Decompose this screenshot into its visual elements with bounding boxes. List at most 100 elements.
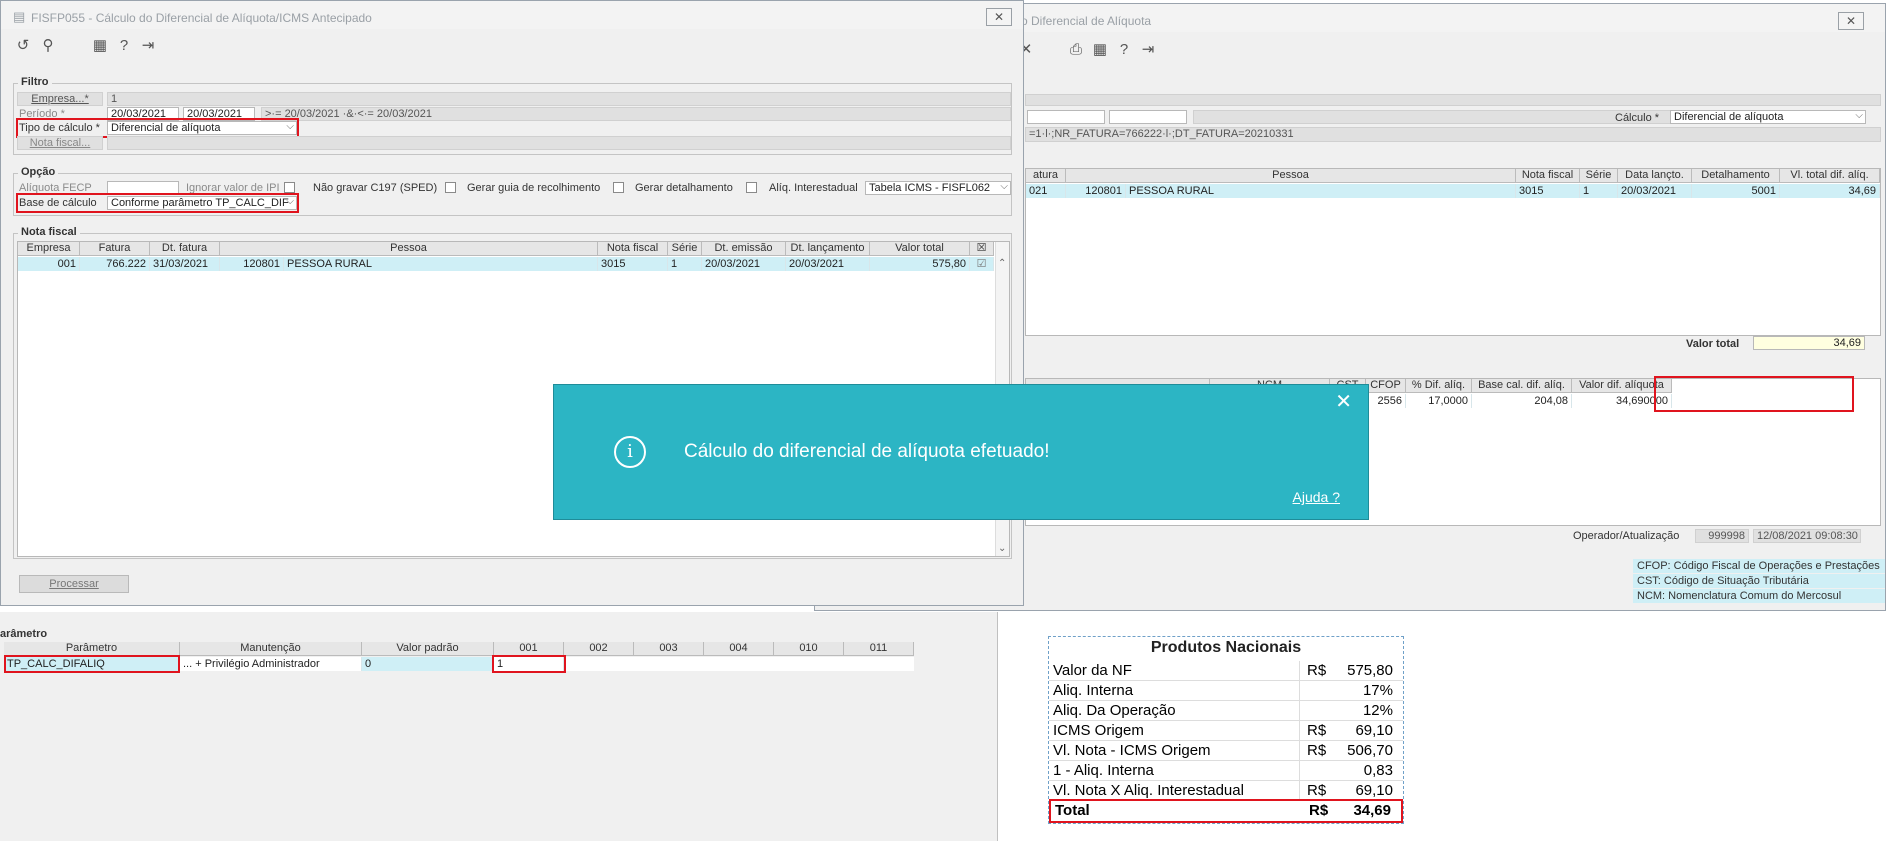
col-header[interactable]: Manutenção: [180, 642, 362, 656]
filter-expression: =1·l·;NR_FATURA=766222·l·;DT_FATURA=2021…: [1025, 127, 1881, 142]
chevron-down-icon[interactable]: ⌄: [998, 543, 1006, 554]
col-header[interactable]: Valor total: [870, 242, 970, 256]
table-row[interactable]: 001 766.222 31/03/2021 120801 PESSOA RUR…: [18, 257, 994, 271]
col-header[interactable]: % Dif. alíq.: [1406, 379, 1472, 393]
exit-icon[interactable]: ⇥: [137, 36, 159, 56]
highlight-tp-calc: [4, 655, 180, 673]
row-checkbox-icon[interactable]: ☑: [970, 257, 994, 271]
column-divider: [1299, 761, 1300, 781]
empresa-button[interactable]: Empresa...*: [17, 92, 103, 106]
help-icon[interactable]: ?: [113, 36, 135, 56]
col-header[interactable]: atura: [1026, 169, 1066, 183]
filter-field-2[interactable]: [1109, 110, 1187, 124]
col-header[interactable]: Base cal. dif. alíq.: [1472, 379, 1572, 393]
operator-date: 12/08/2021 09:08:30: [1753, 529, 1861, 543]
filter-bar: [1025, 94, 1881, 106]
close-icon[interactable]: ✕: [1335, 389, 1352, 414]
cell[interactable]: 0: [362, 657, 494, 671]
valor-total-value: 34,69: [1753, 336, 1865, 350]
legend-ncm: NCM: Nomenclatura Comum do Mercosul: [1633, 589, 1885, 603]
close-icon[interactable]: ✕: [986, 8, 1012, 26]
col-header[interactable]: Fatura: [80, 242, 150, 256]
cell: 001: [18, 257, 80, 271]
interestadual-label: Alíq. Interestadual: [769, 182, 858, 194]
col-header[interactable]: 004: [704, 642, 774, 656]
cell: 120801: [1066, 184, 1126, 198]
col-header[interactable]: Detalhamento: [1692, 169, 1780, 183]
calendar-icon[interactable]: ▦: [1089, 40, 1111, 60]
total-row: Total R$ 34,69: [1049, 799, 1403, 823]
back-window-title: o Diferencial de Alíquota: [1021, 14, 1152, 28]
spreadsheet-row: Aliq. Interna 17%: [1049, 681, 1403, 701]
tabela-select[interactable]: Tabela ICMS - FISFL062 ⌵: [865, 181, 1011, 195]
ipi-checkbox[interactable]: [284, 182, 295, 193]
calendar-icon[interactable]: ▦: [89, 36, 111, 56]
total-value: 34,69: [1353, 802, 1391, 819]
info-icon: i: [614, 436, 646, 468]
chevron-up-icon[interactable]: ⌃: [998, 258, 1006, 269]
col-header[interactable]: Dt. fatura: [150, 242, 220, 256]
row-label: Vl. Nota X Aliq. Interestadual: [1053, 782, 1244, 799]
nota-field[interactable]: [107, 136, 1011, 150]
c197-checkbox[interactable]: [445, 182, 456, 193]
col-header[interactable]: 010: [774, 642, 844, 656]
guia-label: Gerar guia de recolhimento: [467, 182, 601, 194]
help-link[interactable]: Ajuda ?: [1293, 489, 1340, 505]
col-header[interactable]: Nota fiscal: [1516, 169, 1580, 183]
cell: PESSOA RURAL: [1126, 184, 1516, 198]
back-top-grid: atura Pessoa Nota fiscal Série Data lanç…: [1025, 168, 1881, 336]
empresa-field[interactable]: 1: [107, 92, 1011, 106]
cell: 20/03/2021: [786, 257, 870, 271]
c197-label: Não gravar C197 (SPED): [313, 182, 438, 194]
col-header[interactable]: Série: [668, 242, 702, 256]
column-divider: [1299, 661, 1300, 681]
col-header[interactable]: Dt. emissão: [702, 242, 786, 256]
cell: 3015: [598, 257, 668, 271]
highlight-value-001: [492, 655, 566, 673]
cell[interactable]: ... + Privilégio Administrador: [180, 657, 362, 671]
col-header[interactable]: Pessoa: [1066, 169, 1516, 183]
col-header[interactable]: 001: [494, 642, 564, 656]
col-header[interactable]: Valor padrão: [362, 642, 494, 656]
table-row[interactable]: 021 120801 PESSOA RURAL 3015 1 20/03/202…: [1026, 184, 1880, 198]
spreadsheet-title: Produtos Nacionais: [1150, 639, 1302, 656]
row-value: 69,10: [1355, 722, 1393, 739]
row-value: 575,80: [1347, 662, 1393, 679]
row-label: ICMS Origem: [1053, 722, 1144, 739]
filter-field-1[interactable]: [1027, 110, 1105, 124]
cell: 575,80: [870, 257, 970, 271]
highlight-base: [16, 193, 299, 213]
col-header[interactable]: Dt. lançamento: [786, 242, 870, 256]
col-header[interactable]: Pessoa: [220, 242, 598, 256]
calc-select[interactable]: Diferencial de alíquota ⌵: [1670, 110, 1866, 124]
filtro-label: Filtro: [18, 76, 52, 88]
col-header[interactable]: CFOP: [1366, 379, 1406, 393]
search-icon[interactable]: ⚲: [37, 36, 59, 56]
col-header[interactable]: 002: [564, 642, 634, 656]
col-header[interactable]: Série: [1580, 169, 1618, 183]
legend-cst: CST: Código de Situação Tributária: [1633, 574, 1885, 588]
col-header[interactable]: Empresa: [18, 242, 80, 256]
undo-icon[interactable]: ↺: [12, 36, 34, 56]
nota-button[interactable]: Nota fiscal...: [17, 136, 103, 150]
col-header[interactable]: Data lançto.: [1618, 169, 1692, 183]
print-icon[interactable]: ⎙: [1065, 40, 1087, 60]
guia-checkbox[interactable]: [613, 182, 624, 193]
parametro-label: arâmetro: [0, 628, 48, 640]
exit-icon[interactable]: ⇥: [1137, 40, 1159, 60]
help-icon[interactable]: ?: [1113, 40, 1135, 60]
select-all-icon[interactable]: ☒: [970, 242, 994, 256]
col-header[interactable]: Nota fiscal: [598, 242, 668, 256]
detalhamento-checkbox[interactable]: [746, 182, 757, 193]
process-button[interactable]: Processar: [19, 575, 129, 593]
parametro-panel: arâmetro Parâmetro Manutenção Valor padr…: [0, 612, 998, 841]
col-header[interactable]: 011: [844, 642, 914, 656]
spreadsheet-row: Vl. Nota X Aliq. Interestadual R$ 69,10: [1049, 781, 1403, 801]
col-header[interactable]: Parâmetro: [4, 642, 180, 656]
cell: 2556: [1366, 394, 1406, 408]
row-value: 506,70: [1347, 742, 1393, 759]
cell: 204,08: [1472, 394, 1572, 408]
close-icon[interactable]: ✕: [1838, 12, 1864, 30]
col-header[interactable]: 003: [634, 642, 704, 656]
col-header[interactable]: Vl. total dif. alíq.: [1780, 169, 1880, 183]
